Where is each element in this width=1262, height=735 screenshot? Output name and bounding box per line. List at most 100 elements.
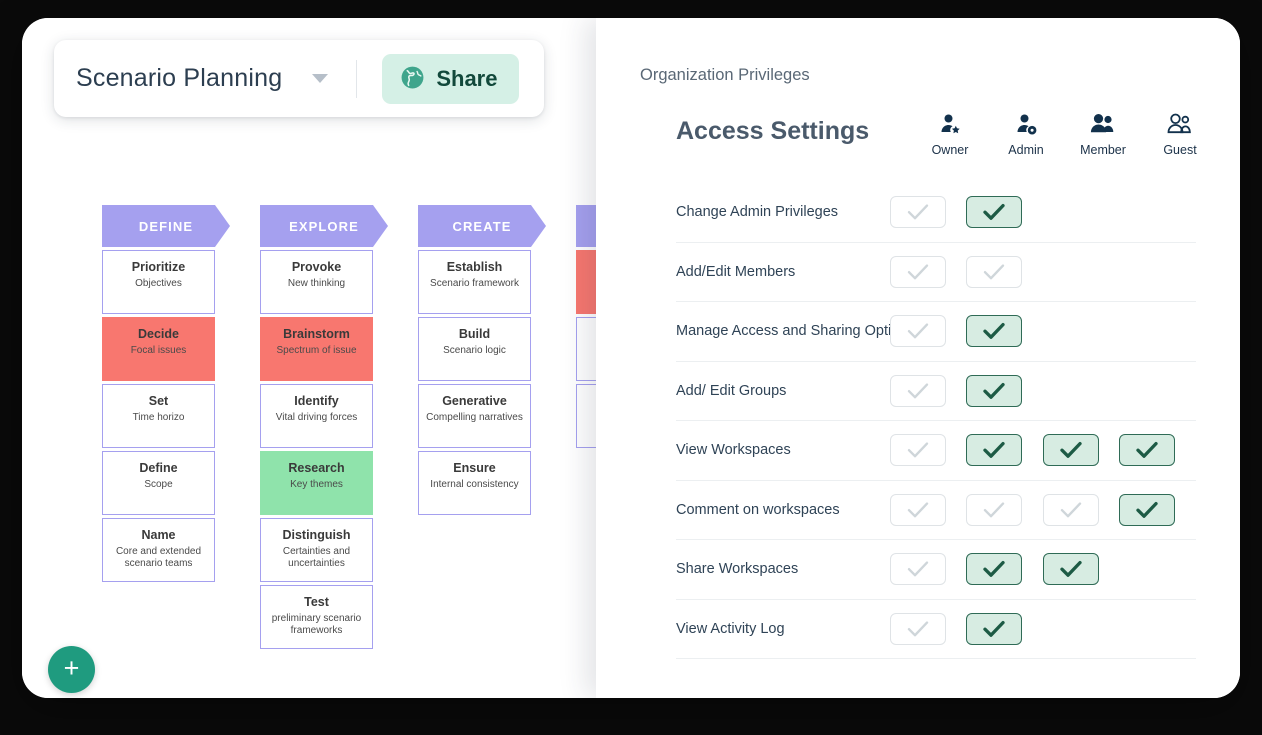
- permission-checkbox-owner[interactable]: [890, 315, 946, 348]
- flow-node-title: Prioritize: [131, 260, 186, 274]
- flow-node-subtitle: Scenario logic: [443, 344, 506, 356]
- flow-node[interactable]: Build Scenario logic: [418, 317, 531, 381]
- globe-icon: [400, 65, 425, 93]
- plus-icon: +: [63, 652, 80, 683]
- person-gear-icon: [987, 111, 1065, 139]
- privilege-label: View Activity Log: [676, 620, 785, 637]
- flow-node-title: Name: [141, 528, 176, 542]
- role-label: Guest: [1163, 143, 1197, 157]
- flow-column: EXPLORE Provoke New thinking Brainstorm Spec…: [260, 205, 373, 649]
- person-star-icon: [911, 111, 989, 139]
- flow-node[interactable]: Identify Vital driving forces: [260, 384, 373, 448]
- flow-node-title: Brainstorm: [283, 327, 350, 341]
- privilege-label: Add/Edit Members: [676, 263, 796, 280]
- permission-checkbox-admin[interactable]: [966, 553, 1022, 586]
- flow-column: CREATE Establish Scenario framework Build Sc…: [418, 205, 531, 515]
- privilege-row: Comment on workspaces: [676, 481, 1196, 540]
- flow-node[interactable]: Establish Scenario framework: [418, 250, 531, 314]
- flow-node-subtitle: Focal issues: [130, 344, 187, 356]
- permission-checkbox-member[interactable]: [1043, 553, 1099, 586]
- header-divider: [356, 59, 358, 98]
- permission-checkbox-admin[interactable]: [966, 255, 1022, 288]
- flow-node-title: Decide: [138, 327, 179, 341]
- privilege-row: Add/Edit Members: [676, 243, 1196, 302]
- flow-node[interactable]: Test preliminary scenario frameworks: [260, 585, 373, 649]
- flow-node[interactable]: Ensure Internal consistency: [418, 451, 531, 515]
- privileges-rows: Change Admin Privileges Add/Edit Members M…: [596, 183, 1240, 659]
- permission-checkbox-owner[interactable]: [890, 612, 946, 645]
- permission-checkbox-owner[interactable]: [890, 255, 946, 288]
- privilege-label: View Workspaces: [676, 442, 791, 459]
- privilege-row: View Workspaces: [676, 421, 1196, 481]
- privilege-label: Comment on workspaces: [676, 501, 840, 518]
- permission-checkbox-member[interactable]: [1043, 493, 1099, 526]
- flow-node-subtitle: preliminary scenario frameworks: [271, 612, 362, 637]
- flow-node-title: Research: [288, 461, 345, 475]
- flow-node-subtitle: Scope: [144, 478, 173, 490]
- role-label: Member: [1080, 143, 1126, 157]
- permission-checkbox-admin[interactable]: [966, 612, 1022, 645]
- flow-node-title: Ensure: [453, 461, 496, 475]
- flow-node-subtitle: Scenario framework: [430, 277, 519, 289]
- flow-node[interactable]: Generative Compelling narratives: [418, 384, 531, 448]
- permission-checkbox-admin[interactable]: [966, 196, 1022, 229]
- permission-checkbox-admin[interactable]: [966, 493, 1022, 526]
- privilege-row: View Activity Log: [676, 600, 1196, 659]
- permission-checkbox-owner[interactable]: [890, 553, 946, 586]
- flow-node-subtitle: Compelling narratives: [426, 411, 523, 423]
- flow-node-subtitle: Core and extended scenario teams: [115, 545, 202, 570]
- flow-node[interactable]: Distinguish Certainties and uncertainties: [260, 518, 373, 582]
- app-window: Scenario Planning Share DEFINE Prioritize: [22, 18, 1240, 698]
- flow-node-title: Distinguish: [282, 528, 351, 542]
- add-button-fab[interactable]: +: [48, 646, 95, 693]
- phase-header: DEFINE: [102, 205, 230, 247]
- share-button[interactable]: Share: [382, 53, 520, 104]
- chevron-down-icon[interactable]: [312, 74, 329, 83]
- flow-node[interactable]: Provoke New thinking: [260, 250, 373, 314]
- privilege-row: Manage Access and Sharing Options: [676, 302, 1196, 362]
- role-header-guest: Guest: [1141, 111, 1219, 157]
- privilege-row: Add/ Edit Groups: [676, 362, 1196, 421]
- privilege-row: Change Admin Privileges: [676, 183, 1196, 243]
- flow-node-subtitle: Vital driving forces: [275, 411, 358, 423]
- flow-node-title: Test: [304, 595, 329, 609]
- flow-node-subtitle: Time horizo: [132, 411, 185, 423]
- permission-checkbox-admin[interactable]: [966, 374, 1022, 407]
- organization-privileges-panel: Organization Privileges Access Settings …: [596, 18, 1240, 698]
- permission-checkbox-owner[interactable]: [890, 374, 946, 407]
- document-title-card: Scenario Planning Share: [54, 40, 544, 117]
- permission-checkbox-owner[interactable]: [890, 196, 946, 229]
- flow-node[interactable]: Research Key themes: [260, 451, 373, 515]
- role-label: Owner: [931, 143, 969, 157]
- role-header-owner: Owner: [911, 111, 989, 157]
- permission-checkbox-guest[interactable]: [1119, 493, 1175, 526]
- flow-node[interactable]: Set Time horizo: [102, 384, 215, 448]
- flow-node[interactable]: Brainstorm Spectrum of issue: [260, 317, 373, 381]
- privilege-row: Share Workspaces: [676, 540, 1196, 600]
- page-backdrop: Scenario Planning Share DEFINE Prioritize: [0, 0, 1262, 735]
- flow-node-title: Provoke: [291, 260, 342, 274]
- flow-node-title: Define: [139, 461, 178, 475]
- permission-checkbox-admin[interactable]: [966, 434, 1022, 467]
- people-filled-icon: [1064, 111, 1142, 139]
- share-button-label: Share: [436, 65, 498, 91]
- access-settings-header: Access Settings Owner Admin Member Guest: [596, 111, 1240, 181]
- flow-node[interactable]: Define Scope: [102, 451, 215, 515]
- panel-bottom-divider: [676, 658, 1196, 659]
- flow-node-subtitle: Objectives: [135, 277, 182, 289]
- flow-node[interactable]: Name Core and extended scenario teams: [102, 518, 215, 582]
- permission-checkbox-admin[interactable]: [966, 315, 1022, 348]
- flow-column: DEFINE Prioritize Objectives Decide Focal is…: [102, 205, 215, 582]
- phase-header: CREATE: [418, 205, 546, 247]
- permission-checkbox-owner[interactable]: [890, 493, 946, 526]
- flow-node-title: Identify: [294, 394, 339, 408]
- flow-node[interactable]: Prioritize Objectives: [102, 250, 215, 314]
- panel-subtitle: Organization Privileges: [640, 66, 810, 84]
- page-title: Scenario Planning: [76, 64, 283, 92]
- permission-checkbox-member[interactable]: [1043, 434, 1099, 467]
- flow-node-subtitle: Certainties and uncertainties: [282, 545, 351, 570]
- permission-checkbox-owner[interactable]: [890, 434, 946, 467]
- role-label: Admin: [1008, 143, 1044, 157]
- permission-checkbox-guest[interactable]: [1119, 434, 1175, 467]
- flow-node[interactable]: Decide Focal issues: [102, 317, 215, 381]
